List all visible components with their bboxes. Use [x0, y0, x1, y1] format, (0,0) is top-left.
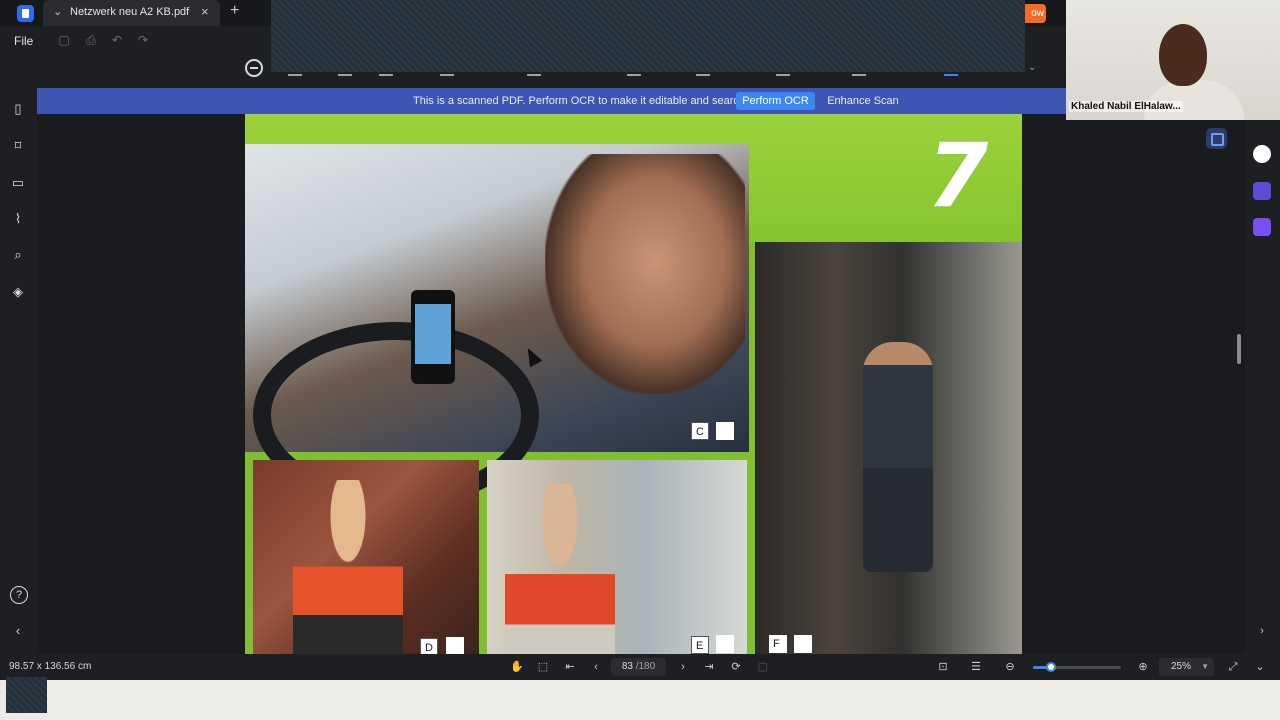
photo-phone: [411, 290, 455, 384]
photo-label-d: D: [420, 638, 438, 654]
layers-icon[interactable]: ◈: [10, 284, 26, 300]
collapse-left-icon[interactable]: ‹: [10, 623, 26, 639]
ocr-message: This is a scanned PDF. Perform OCR to ma…: [413, 95, 769, 107]
next-page-icon[interactable]: ›: [676, 660, 690, 674]
photo-woman-in-bus: [487, 460, 747, 654]
app-logo-icon[interactable]: [17, 5, 34, 22]
photo-label-f: F: [769, 635, 787, 653]
screen-share-overlay: [271, 0, 1025, 72]
total-pages: /180: [635, 661, 656, 672]
screen-share-preview[interactable]: [6, 677, 47, 713]
promo-button[interactable]: ow: [1023, 4, 1046, 23]
participant-shirt: [1144, 80, 1244, 120]
video-call-thumbnail[interactable]: Khaled Nabil ElHalaw...: [1066, 0, 1280, 120]
participant-name: Khaled Nabil ElHalaw...: [1069, 101, 1183, 112]
chevron-down-icon[interactable]: ⌄: [53, 5, 62, 18]
more-chevron-icon[interactable]: ⌄: [1028, 62, 1036, 73]
chapter-number: 7: [927, 124, 989, 227]
attachment-icon[interactable]: ⌇: [10, 211, 26, 227]
search-icon[interactable]: ⌕: [10, 247, 26, 263]
vertical-scrollbar[interactable]: [1237, 334, 1241, 364]
pdf-page[interactable]: 7 C F D E: [245, 114, 1022, 654]
help-icon[interactable]: ?: [10, 586, 28, 604]
enhance-scan-button[interactable]: Enhance Scan: [824, 92, 902, 110]
answer-box-d[interactable]: [446, 637, 464, 654]
zoom-level-value: 25%: [1171, 661, 1192, 672]
settings-chevron-icon[interactable]: ⌄: [1253, 660, 1267, 674]
participant-avatar: [1159, 24, 1207, 86]
answer-box-c[interactable]: [716, 422, 734, 440]
redo-icon[interactable]: ↷: [135, 33, 151, 47]
new-tab-button[interactable]: +: [230, 2, 239, 20]
zoom-out-icon[interactable]: [245, 59, 263, 77]
save-icon[interactable]: ▢: [56, 33, 72, 47]
photo-woman-brick-wall: [253, 460, 479, 654]
page-dimensions: 98.57 x 136.56 cm: [9, 661, 92, 672]
photo-label-c: C: [691, 422, 709, 440]
photo-woman-e: [505, 484, 615, 654]
hand-tool-icon[interactable]: ✋: [510, 660, 524, 674]
check-icon[interactable]: [1253, 218, 1271, 236]
current-page: 83: [621, 661, 633, 672]
zoom-dropdown-icon[interactable]: ▼: [1201, 658, 1209, 676]
select-tool-icon[interactable]: ⬚: [536, 660, 550, 674]
answer-box-f[interactable]: [794, 635, 812, 653]
ai-assistant-icon[interactable]: [1253, 145, 1271, 163]
expand-right-icon[interactable]: ›: [1255, 624, 1269, 638]
close-tab-icon[interactable]: ×: [201, 4, 209, 19]
photo-woman-d: [293, 480, 403, 654]
zoom-slider[interactable]: [1033, 662, 1121, 672]
undo-icon[interactable]: ↶: [109, 33, 125, 47]
photo-man: [863, 342, 933, 572]
answer-box-e[interactable]: [716, 635, 734, 653]
left-sidebar: ▯ ⌑ ▭ ⌇ ⌕ ◈ ? ‹: [0, 88, 37, 654]
status-bar: 98.57 x 136.56 cm ✋ ⬚ ⇤ ‹ 83 /180 › ⇥ ⟳ …: [0, 654, 1280, 680]
bookmark-icon[interactable]: ⌑: [10, 138, 26, 154]
first-page-icon[interactable]: ⇤: [563, 660, 577, 674]
ocr-banner: This is a scanned PDF. Perform OCR to ma…: [37, 88, 1066, 114]
previous-page-icon[interactable]: ‹: [589, 660, 603, 674]
photo-man-at-door: [755, 242, 1022, 654]
print-icon[interactable]: ⎙: [83, 33, 99, 47]
zoom-out-small-icon[interactable]: ⊖: [1003, 660, 1017, 674]
fullscreen-icon[interactable]: ⤢: [1226, 660, 1240, 674]
zoom-slider-handle[interactable]: [1045, 662, 1056, 672]
comment-icon[interactable]: ▭: [10, 175, 26, 191]
zoom-level-select[interactable]: 25% ▼: [1159, 658, 1214, 676]
perform-ocr-button[interactable]: Perform OCR: [736, 92, 815, 110]
tab-title: Netzwerk neu A2 KB.pdf: [70, 6, 190, 18]
translate-icon[interactable]: [1253, 182, 1271, 200]
zoom-in-icon[interactable]: ⊕: [1136, 660, 1150, 674]
page-layout-icon[interactable]: ☰: [969, 660, 983, 674]
rotate-icon[interactable]: ⟳: [729, 660, 743, 674]
document-tab[interactable]: ⌄ Netzwerk neu A2 KB.pdf ×: [43, 0, 220, 26]
crop-icon: ▢: [757, 661, 769, 673]
floating-panel-icon[interactable]: [1206, 128, 1227, 149]
fit-page-icon[interactable]: ⊡: [936, 660, 950, 674]
photo-label-e: E: [691, 636, 709, 654]
page-icon[interactable]: ▯: [10, 101, 26, 117]
file-menu[interactable]: File: [14, 34, 33, 48]
right-rail: ›: [1245, 120, 1280, 654]
photo-man-in-car: [245, 144, 749, 508]
page-number-field[interactable]: 83 /180: [611, 658, 666, 676]
photo-head: [545, 154, 745, 394]
last-page-icon[interactable]: ⇥: [702, 660, 716, 674]
